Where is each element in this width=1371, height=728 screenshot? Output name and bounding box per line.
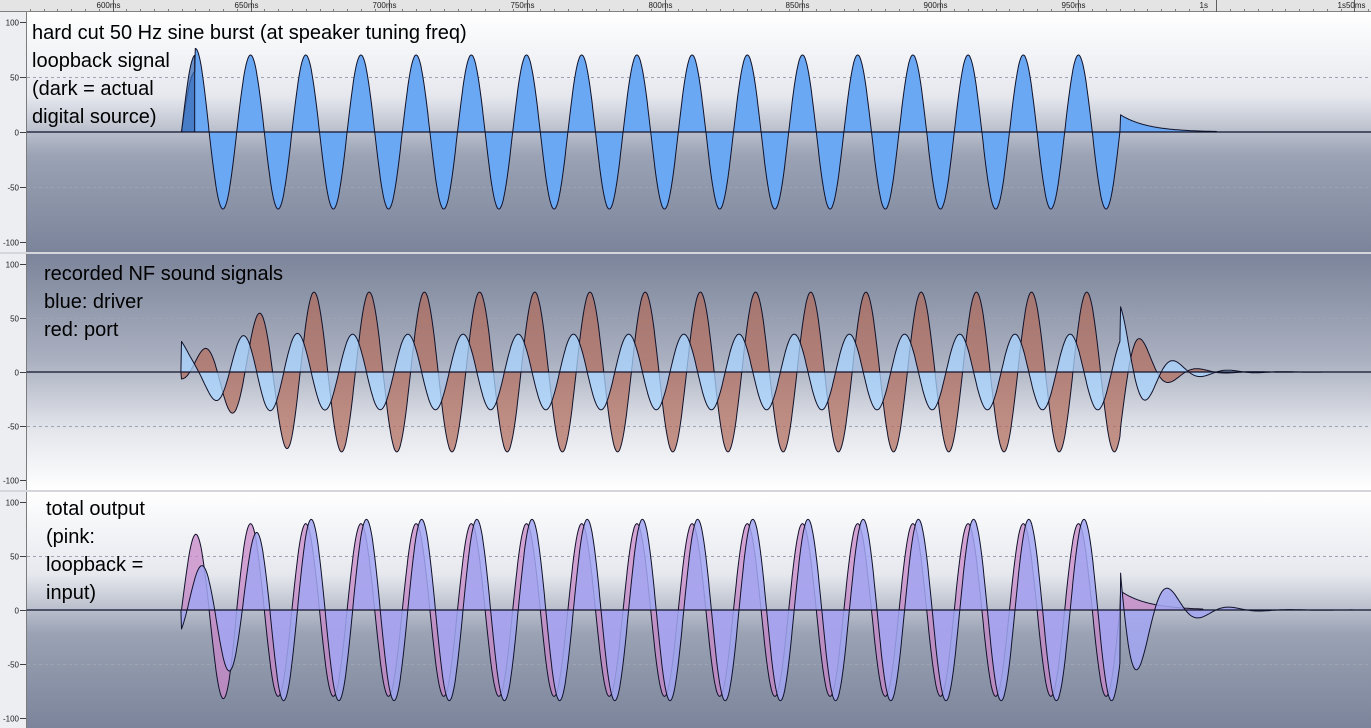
track-2-annotation-line: recorded NF sound signals (44, 263, 284, 285)
time-ruler-label: 1s50ms (1338, 1, 1366, 10)
y-axis-tick-label: -50 (7, 184, 19, 193)
track-1-annotation: hard cut 50 Hz sine burst (at speaker tu… (32, 19, 467, 131)
y-axis-gutter-background (0, 12, 26, 728)
time-ruler-label: 850ms (786, 1, 810, 10)
time-ruler-label: 600ms (97, 1, 121, 10)
y-axis-tick-label: -100 (3, 477, 20, 486)
y-axis-gutter: 100 50 0 -50 -100 100 50 0 -50 -100 100 50 0 -50 -100 (0, 12, 27, 728)
y-axis-tick-label: -100 (3, 715, 20, 724)
track-1-annotation-line: (dark = actual (32, 78, 154, 100)
track-3[interactable] (26, 492, 1371, 728)
track-1-annotation-line: hard cut 50 Hz sine burst (at speaker tu… (32, 22, 467, 44)
track-separator (0, 252, 1371, 254)
time-ruler-label: 1s (1200, 1, 1208, 10)
track-1-annotation-line: loopback signal (32, 50, 170, 72)
time-ruler-label: 800ms (649, 1, 673, 10)
time-ruler-label: 900ms (924, 1, 948, 10)
y-axis-tick-label: 100 (6, 499, 20, 508)
time-ruler-label: 700ms (373, 1, 397, 10)
y-axis-tick-label: 0 (15, 369, 20, 378)
track-3-annotation-line: loopback = (46, 554, 144, 576)
y-axis-tick-label: -50 (7, 661, 19, 670)
track-3-annotation-line: input) (46, 582, 97, 604)
track-2-annotation-line: blue: driver (44, 291, 143, 313)
time-ruler-background (0, 0, 1371, 12)
track-2-annotation-line: red: port (44, 319, 119, 341)
y-axis-tick-label: -100 (3, 239, 20, 248)
time-ruler-label: 750ms (511, 1, 535, 10)
y-axis-tick-label: 100 (6, 261, 20, 270)
time-ruler-label: 650ms (235, 1, 259, 10)
track-3-annotation-line: total output (46, 498, 145, 520)
track-2-annotation: recorded NF sound signals blue: driver r… (44, 260, 283, 344)
y-axis-tick-label: 0 (15, 607, 20, 616)
y-axis-tick-label: 100 (6, 19, 20, 28)
y-axis-tick-label: 0 (15, 129, 20, 138)
time-ruler[interactable]: 600ms 650ms 700ms 750ms 800ms 850ms 900ms 950ms… (0, 0, 1371, 12)
y-axis-tick-label: 50 (10, 74, 19, 83)
track-3-annotation-line: (pink: (46, 526, 95, 548)
track-separator (0, 490, 1371, 492)
y-axis-tick-label: -50 (7, 423, 19, 432)
track-3-annotation: total output (pink: loopback = input) (46, 495, 145, 607)
time-ruler-label: 950ms (1062, 1, 1086, 10)
track-1-annotation-line: digital source) (32, 106, 157, 128)
y-axis-tick-label: 50 (10, 553, 19, 562)
y-axis-tick-label: 50 (10, 315, 19, 324)
